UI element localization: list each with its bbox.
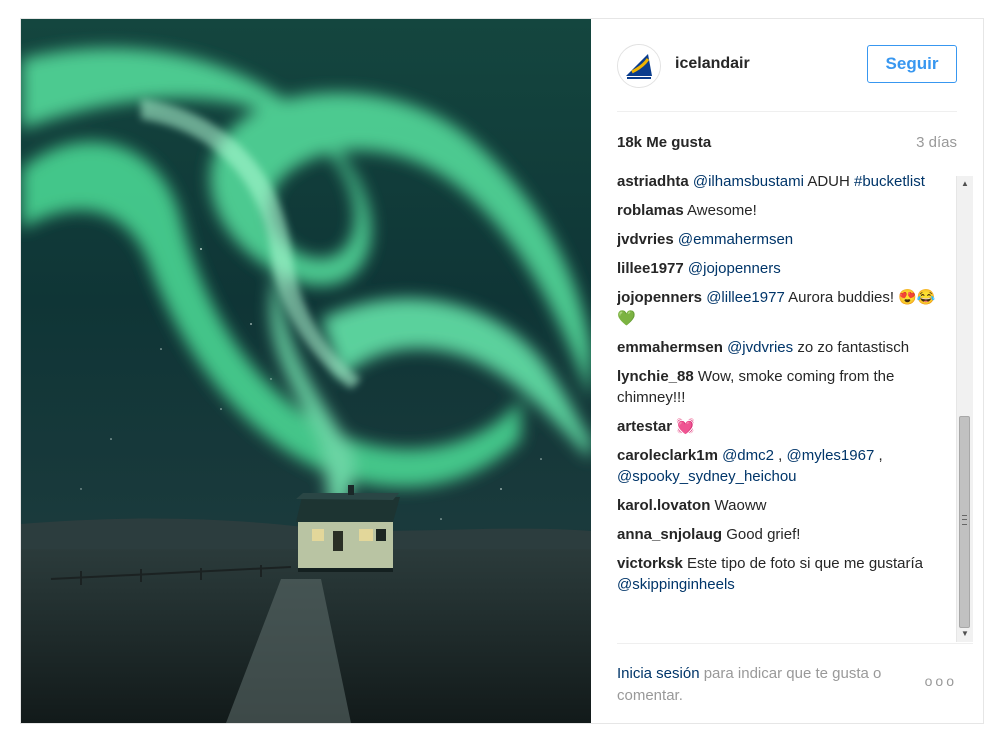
comments-section: astriadhta @ilhamsbustami ADUH #bucketli…: [617, 171, 973, 644]
username[interactable]: icelandair: [675, 55, 750, 73]
comment-mention[interactable]: @myles1967: [787, 447, 875, 464]
comment-user[interactable]: caroleclark1m: [617, 447, 718, 464]
comment: karol.lovaton Waoww: [617, 495, 947, 516]
more-options-icon[interactable]: ooo: [925, 673, 957, 689]
comments-list[interactable]: astriadhta @ilhamsbustami ADUH #bucketli…: [617, 171, 947, 643]
comment-text: zo zo fantastisch: [797, 339, 910, 356]
avatar[interactable]: [617, 44, 661, 88]
login-link[interactable]: Inicia sesión: [617, 665, 700, 682]
comment-hashtag[interactable]: #bucketlist: [854, 173, 925, 190]
comment-mention[interactable]: @emmahermsen: [678, 231, 793, 248]
comment-user[interactable]: lynchie_88: [617, 368, 694, 385]
scroll-up-arrow-icon[interactable]: ▲: [957, 176, 973, 192]
comment-user[interactable]: anna_snjolaug: [617, 526, 722, 543]
scroll-down-arrow-icon[interactable]: ▼: [957, 626, 973, 642]
comment-mention[interactable]: @spooky_sydney_heichou: [617, 468, 797, 485]
post-header: icelandair Seguir: [617, 19, 957, 112]
comment: jvdvries @emmahermsen: [617, 229, 947, 250]
comment-user[interactable]: astriadhta: [617, 173, 689, 190]
post-time[interactable]: 3 días: [916, 134, 957, 151]
comment-text: Good grief!: [726, 526, 801, 543]
post-meta: 18k Me gusta 3 días: [617, 134, 957, 158]
post-photo[interactable]: [21, 19, 591, 723]
post-sidebar: icelandair Seguir 18k Me gusta 3 días as…: [591, 19, 983, 723]
comment-text: ADUH: [807, 173, 850, 190]
comment-user[interactable]: victorksk: [617, 555, 683, 572]
comment-text: Aurora buddies!: [788, 289, 895, 306]
scroll-thumb[interactable]: [959, 416, 970, 628]
post-footer: Inicia sesión para indicar que te gusta …: [617, 659, 957, 709]
comment-user[interactable]: emmahermsen: [617, 339, 723, 356]
comment-mention[interactable]: @jojopenners: [688, 260, 781, 277]
comment: anna_snjolaug Good grief!: [617, 524, 947, 545]
comment: jojopenners @lillee1977 Aurora buddies! …: [617, 287, 947, 329]
comment-text: Este tipo de foto si que me gustaría: [687, 555, 924, 572]
comment-mention[interactable]: @lillee1977: [706, 289, 785, 306]
comment-text: Awesome!: [687, 202, 757, 219]
comment: caroleclark1m @dmc2 , @myles1967 , @spoo…: [617, 447, 883, 485]
comment-user[interactable]: jvdvries: [617, 231, 674, 248]
comment: lillee1977 @jojopenners: [617, 258, 947, 279]
follow-button[interactable]: Seguir: [867, 45, 957, 83]
comment-mention[interactable]: @ilhamsbustami: [693, 173, 804, 190]
comment-user[interactable]: roblamas: [617, 202, 684, 219]
icelandair-logo-icon: [618, 45, 660, 87]
comment: victorksk Este tipo de foto si que me gu…: [617, 553, 947, 595]
aurora-image: [21, 19, 591, 723]
post-card: icelandair Seguir 18k Me gusta 3 días as…: [20, 18, 984, 724]
comment-mention[interactable]: @skippinginheels: [617, 576, 735, 593]
grip-icon: [962, 515, 967, 525]
comments-scrollbar[interactable]: ▲ ▼: [956, 176, 973, 642]
comment-user[interactable]: jojopenners: [617, 289, 702, 306]
comment-user[interactable]: artestar: [617, 418, 672, 435]
comment-user[interactable]: karol.lovaton: [617, 497, 710, 514]
comment: artestar 💓: [617, 416, 947, 437]
comment-user[interactable]: lillee1977: [617, 260, 684, 277]
likes-count[interactable]: 18k Me gusta: [617, 134, 711, 151]
comment: astriadhta @ilhamsbustami ADUH #bucketli…: [617, 171, 947, 192]
comment: lynchie_88 Wow, smoke coming from the ch…: [617, 366, 947, 408]
heart-icon: 💓: [676, 418, 695, 435]
comment: roblamas Awesome!: [617, 200, 947, 221]
login-prompt: Inicia sesión para indicar que te gusta …: [617, 663, 917, 707]
comment-mention[interactable]: @dmc2: [722, 447, 774, 464]
comment-mention[interactable]: @jvdvries: [727, 339, 793, 356]
comment-text: Waoww: [714, 497, 767, 514]
comment: emmahermsen @jvdvries zo zo fantastisch: [617, 337, 947, 358]
